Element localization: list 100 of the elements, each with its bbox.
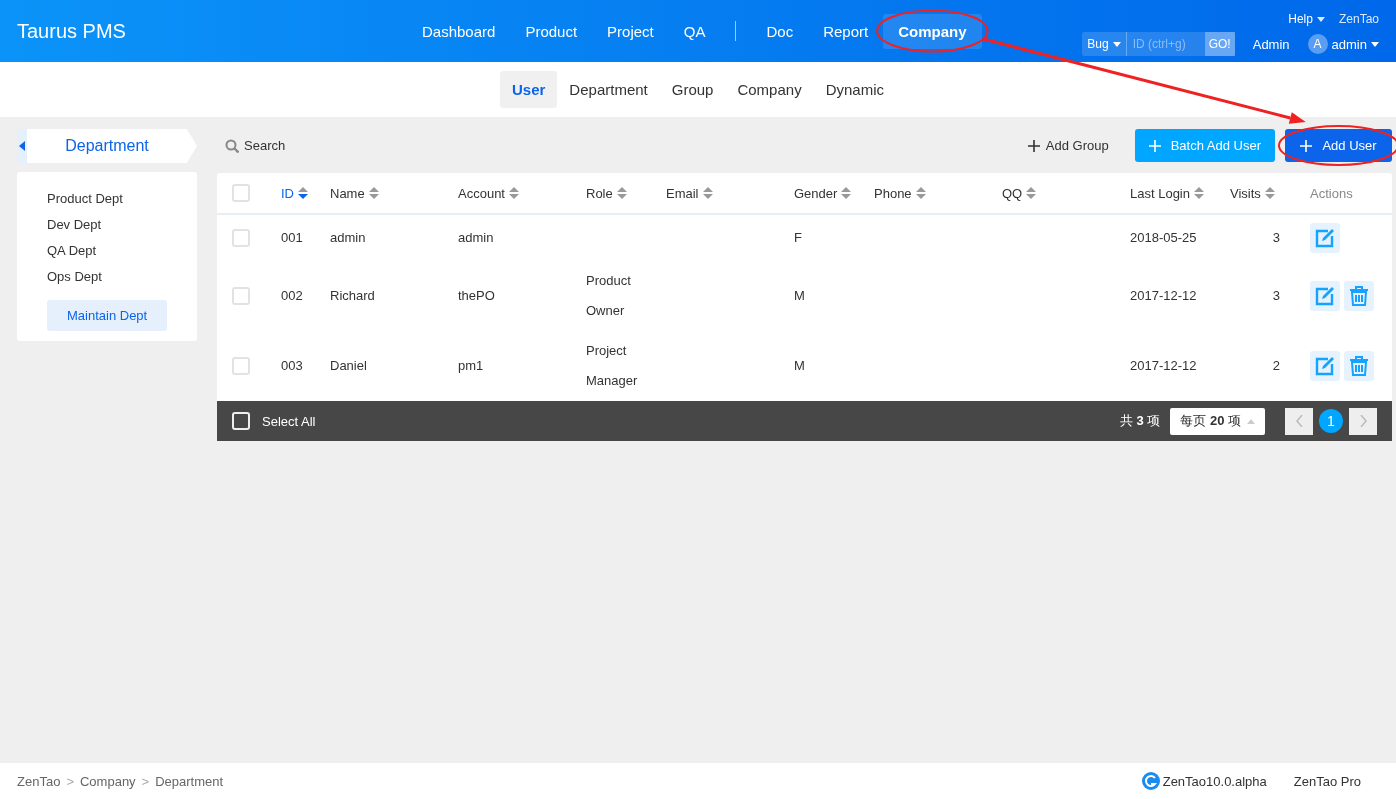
table-cell-text: thePO [458, 287, 496, 305]
admin-link[interactable]: Admin [1252, 36, 1290, 52]
caret-icon [1247, 418, 1255, 424]
table-cell-text: 2017-12-12 [1130, 357, 1198, 375]
trash-icon [1349, 356, 1369, 376]
caret-icon [1112, 41, 1121, 47]
table-cell-text: 2017-12-12 [1130, 287, 1198, 305]
row-checkbox[interactable] [232, 287, 250, 305]
plus-icon [1300, 139, 1313, 152]
select-checkbox[interactable] [232, 184, 250, 202]
page-size-dropdown[interactable]: 每页 20 项 [1170, 407, 1265, 435]
column-header[interactable]: Name [330, 185, 458, 201]
breadcrumb-separator: > [66, 773, 74, 789]
brand-name: Taurus PMS [17, 19, 127, 43]
column-header[interactable]: QQ [1002, 185, 1130, 201]
table-cell-text: 3 [1271, 287, 1281, 305]
department-item[interactable]: QA Dept [47, 238, 197, 264]
add-user-button[interactable]: Add User [1285, 129, 1392, 162]
breadcrumb-link[interactable]: Company [79, 773, 136, 789]
user-menu[interactable]: A admin [1307, 34, 1379, 54]
search-button[interactable]: Search [217, 138, 286, 153]
edit-button[interactable] [1310, 281, 1340, 311]
user-avatar: A [1307, 34, 1328, 54]
sub-tab[interactable]: Group [659, 71, 726, 108]
table-cell-text: admin [330, 229, 367, 247]
breadcrumb-link[interactable]: ZenTao [17, 773, 61, 789]
edit-icon [1315, 356, 1335, 376]
plus-icon [1148, 139, 1161, 152]
department-item[interactable]: Ops Dept [47, 264, 197, 290]
table-cell-text: Richard [330, 287, 376, 305]
edit-icon [1315, 228, 1335, 248]
column-header[interactable]: Last Login [1130, 185, 1230, 201]
row-checkbox[interactable] [232, 229, 250, 247]
previous-page-button[interactable] [1285, 407, 1313, 435]
zentao-link[interactable]: ZenTao [1338, 12, 1379, 26]
next-page-button[interactable] [1349, 407, 1377, 435]
chevron-right-icon [1359, 415, 1367, 427]
help-menu[interactable]: Help [1288, 12, 1325, 26]
nav-link[interactable]: Dashboard [407, 13, 511, 49]
column-header[interactable]: Role [586, 185, 666, 201]
nav-link[interactable]: Project [592, 13, 669, 49]
sub-tab[interactable]: Department [557, 71, 660, 108]
table-cell-text: Product Owner [586, 272, 632, 320]
trash-icon [1349, 286, 1369, 306]
edition-link[interactable]: ZenTao Pro [1293, 773, 1361, 789]
department-item[interactable]: Product Dept [47, 186, 197, 212]
nav-link[interactable]: Product [510, 13, 593, 49]
column-header[interactable]: Email [666, 185, 794, 201]
maintain-dept-button[interactable]: Maintain Dept [47, 300, 168, 331]
table-cell-text: Daniel [330, 357, 368, 375]
caret-icon [1316, 16, 1325, 22]
table-cell-text: 001 [281, 229, 304, 247]
delete-button[interactable] [1344, 351, 1374, 381]
table-cell-text: M [794, 287, 806, 305]
row-checkbox[interactable] [232, 357, 250, 375]
quick-search-field[interactable]: Bug ID (ctrl+g) GO! [1082, 32, 1235, 56]
edit-button[interactable] [1310, 351, 1340, 381]
table-cell-text: admin [458, 229, 495, 247]
left-triangle-icon [19, 141, 25, 151]
table-cell-text: 2018-05-25 [1130, 229, 1198, 247]
sidebar-title: Department [27, 129, 197, 163]
breadcrumb-link[interactable]: Department [155, 773, 224, 789]
table-cell-text: 3 [1271, 229, 1281, 247]
nav-link[interactable]: QA [668, 13, 721, 49]
breadcrumb-separator: > [141, 773, 150, 789]
delete-button[interactable] [1344, 281, 1374, 311]
column-header: Actions [1310, 185, 1354, 201]
logo-icon [1141, 772, 1160, 790]
table-cell-text: pm1 [458, 357, 485, 375]
table-cell-text: 2 [1271, 357, 1281, 375]
nav-link[interactable]: Report [808, 13, 884, 49]
department-item[interactable]: Dev Dept [47, 212, 197, 238]
nav-link[interactable]: Doc [751, 13, 809, 49]
collapse-button[interactable] [17, 129, 27, 163]
column-header[interactable]: Phone [874, 185, 1002, 201]
table-cell-text: M [794, 357, 806, 375]
column-header[interactable]: Account [458, 185, 586, 201]
select-all-checkbox[interactable] [232, 412, 250, 430]
caret-icon [1371, 41, 1379, 47]
column-header[interactable]: Visits [1230, 185, 1310, 201]
add-group-button[interactable]: Add Group [1011, 138, 1125, 153]
sub-tab[interactable]: Company [725, 71, 814, 108]
total-count: 共 3 项 [1119, 412, 1161, 430]
column-header[interactable]: ID [281, 185, 330, 201]
table-cell-text: F [794, 229, 803, 247]
chevron-left-icon [1295, 415, 1303, 427]
table-cell-text: 003 [281, 357, 304, 375]
table-cell-text: Project Manager [586, 342, 639, 390]
nav-link[interactable]: Company [883, 13, 982, 49]
edit-button[interactable] [1310, 223, 1340, 253]
sub-tab[interactable]: User [500, 71, 558, 108]
version-link[interactable]: ZenTao10.0.alpha [1141, 772, 1267, 790]
edit-icon [1315, 286, 1335, 306]
select-all-label[interactable]: Select All [262, 413, 316, 429]
column-header[interactable]: Gender [794, 185, 874, 201]
plus-icon [1027, 139, 1040, 152]
type-dropdown[interactable]: Bug [1082, 32, 1127, 56]
search-icon [225, 138, 239, 153]
sub-tab[interactable]: Dynamic [813, 71, 896, 108]
table-cell-text: 002 [281, 287, 304, 305]
